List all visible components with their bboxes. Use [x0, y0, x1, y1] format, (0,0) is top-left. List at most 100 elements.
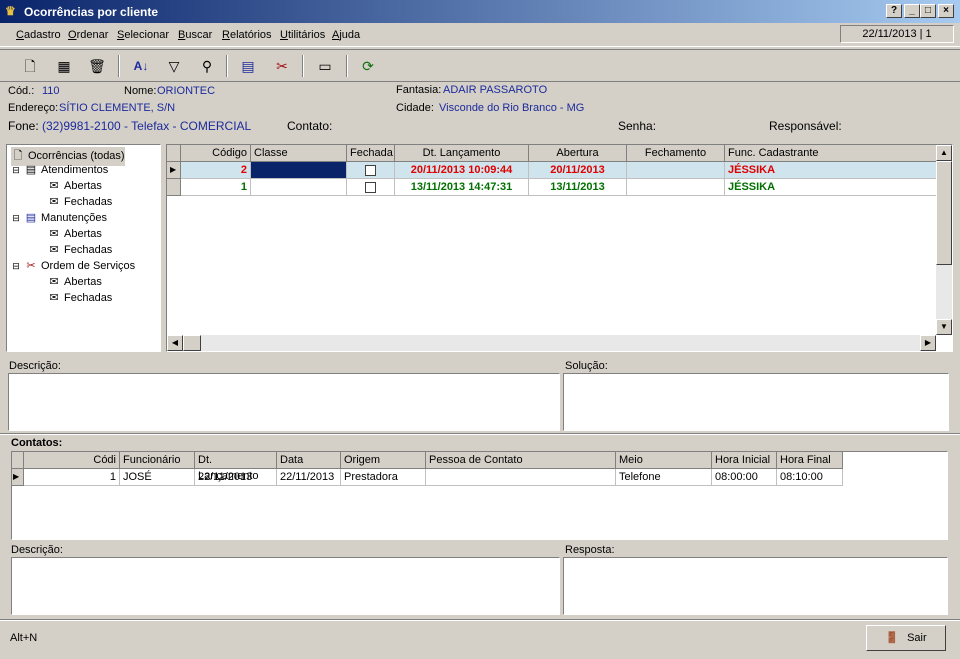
help-button[interactable]: ? — [886, 4, 902, 18]
report-icon: ▤ — [25, 212, 37, 224]
close-button[interactable]: × — [938, 4, 954, 18]
col-origem[interactable]: Origem — [341, 452, 426, 469]
solucao-label: Solução: — [565, 360, 608, 372]
minimize-button[interactable]: _ — [904, 4, 920, 18]
col-meio[interactable]: Meio — [616, 452, 712, 469]
fone-value: (32)9981-2100 - Telefax - COMERCIAL — [42, 119, 252, 133]
menu-buscar[interactable]: Buscar — [178, 29, 212, 41]
senha-label: Senha: — [618, 119, 657, 133]
nome-label: Nome: — [124, 85, 157, 97]
tools-icon[interactable]: ✂ — [270, 55, 294, 77]
tree-manutencoes[interactable]: ⊟ ▤ Manutenções — [11, 211, 107, 224]
sort-az-icon[interactable]: A↓ — [129, 55, 153, 77]
col-fechamento[interactable]: Fechamento — [627, 145, 725, 162]
maximize-button[interactable]: □ — [920, 4, 936, 18]
fechada-checkbox-cell[interactable] — [347, 162, 395, 179]
ocorrencias-grid: Código Classe Fechada Dt. Lançamento Abe… — [166, 144, 953, 352]
exit-door-icon: 🚪 — [885, 632, 900, 644]
tree-ordem[interactable]: ⊟ ✂ Ordem de Serviços — [11, 259, 135, 272]
scroll-right-icon[interactable]: ▶ — [920, 335, 936, 351]
fone-label: Fone: — [8, 119, 39, 133]
tree-atend-fechadas[interactable]: ✉ Fechadas — [47, 195, 112, 208]
col-hora-inicial[interactable]: Hora Inicial — [712, 452, 777, 469]
toolbar: 🗋 ▦ 🗑 A↓ ▽ ⚲ ▤ ✂ ▭ ⟳ — [0, 49, 960, 82]
tree-manut-fechadas[interactable]: ✉ Fechadas — [47, 243, 112, 256]
col-dt-lancamento[interactable]: Dt. Lançamento — [395, 145, 529, 162]
menu-relatorios[interactable]: Relatórios — [222, 29, 272, 41]
cidade-value: Visconde do Rio Branco - MG — [439, 102, 585, 114]
table-row[interactable]: 1 — [181, 179, 251, 196]
descricao-textarea[interactable] — [8, 373, 560, 431]
collapse-icon: ⊟ — [12, 261, 20, 271]
title-bar: ♛ Ocorrências por cliente ? _ □ × — [0, 0, 960, 23]
closed-envelope-icon: ✉ — [49, 196, 59, 208]
open-envelope-icon: ✉ — [49, 180, 59, 192]
col-fechada[interactable]: Fechada — [347, 145, 395, 162]
resposta-textarea[interactable] — [563, 557, 948, 615]
card-icon[interactable]: ▭ — [313, 55, 337, 77]
resposta-label: Resposta: — [565, 544, 615, 556]
window-title: Ocorrências por cliente — [24, 5, 159, 19]
descricao-label: Descrição: — [9, 360, 61, 372]
filter-icon[interactable]: ▽ — [162, 55, 186, 77]
tools-icon: ✂ — [26, 260, 36, 272]
row-indicator-icon: ▶ — [167, 162, 181, 179]
col-data[interactable]: Data — [277, 452, 341, 469]
menu-utilitarios[interactable]: Utilitários — [280, 29, 325, 41]
endereco-label: Endereço: — [8, 102, 59, 114]
col-codi[interactable]: Códi — [24, 452, 120, 469]
endereco-value: SÍTIO CLEMENTE, S/N — [59, 102, 176, 114]
nome-value: ORIONTEC — [157, 85, 216, 97]
scroll-up-icon[interactable]: ▲ — [936, 145, 952, 161]
col-hora-final[interactable]: Hora Final — [777, 452, 843, 469]
ocorrencias-tree: 🗋 Ocorrências (todas) ⊟ ▤ Atendimentos ✉ Abe… — [6, 144, 161, 352]
table-row[interactable]: 2 — [181, 162, 251, 179]
col-pessoa-contato[interactable]: Pessoa de Contato — [426, 452, 616, 469]
report-icon[interactable]: ▤ — [236, 55, 260, 77]
tree-ordem-fechadas[interactable]: ✉ Fechadas — [47, 291, 112, 304]
scroll-left-icon[interactable]: ◀ — [167, 335, 183, 351]
binoculars-icon[interactable]: ⚲ — [195, 55, 219, 77]
col-codigo[interactable]: Código — [181, 145, 251, 162]
col-abertura[interactable]: Abertura — [529, 145, 627, 162]
cidade-label: Cidade: — [396, 102, 434, 114]
solucao-textarea[interactable] — [563, 373, 949, 431]
fechada-checkbox[interactable] — [365, 164, 376, 176]
tree-ordem-abertas[interactable]: ✉ Abertas — [47, 275, 102, 288]
col-dt-lanc[interactable]: Dt. Lançamento — [195, 452, 277, 482]
collapse-icon: ⊟ — [12, 165, 20, 175]
new-document-icon[interactable]: 🗋 — [18, 55, 42, 77]
col-funcionario[interactable]: Funcionário — [120, 452, 195, 469]
tree-atend-abertas[interactable]: ✉ Abertas — [47, 179, 102, 192]
sair-button[interactable]: 🚪 Sair — [866, 625, 946, 651]
trash-icon[interactable]: 🗑 — [85, 55, 109, 77]
menu-ajuda[interactable]: Ajuda — [332, 29, 360, 41]
app-icon: ♛ — [5, 4, 16, 18]
col-func-cadastrante[interactable]: Func. Cadastrante — [725, 145, 937, 162]
refresh-icon[interactable]: ⟳ — [356, 55, 380, 77]
status-date: 22/11/2013 | 1 — [840, 25, 954, 43]
scroll-thumb[interactable] — [936, 161, 952, 265]
menu-selecionar[interactable]: Selecionar — [117, 29, 169, 41]
fantasia-label: Fantasia: — [396, 84, 442, 96]
table-row[interactable]: 1 — [24, 469, 120, 486]
menu-cadastro[interactable]: Cadastro — [16, 29, 61, 41]
shortcut-hint: Alt+N — [10, 632, 38, 644]
scroll-down-icon[interactable]: ▼ — [936, 319, 952, 335]
hscroll-thumb[interactable] — [183, 335, 201, 351]
col-classe[interactable]: Classe — [251, 145, 347, 162]
contato-label: Contato: — [287, 119, 333, 133]
horizontal-scrollbar[interactable] — [167, 335, 936, 351]
tree-atendimentos[interactable]: ⊟ ▤ Atendimentos — [11, 163, 108, 176]
fechada-checkbox[interactable] — [365, 181, 376, 193]
classe-cell[interactable] — [251, 162, 347, 179]
descricao2-label: Descrição: — [11, 544, 63, 556]
menu-bar: Cadastro Ordenar Selecionar Buscar Relat… — [0, 23, 960, 47]
edit-document-icon[interactable]: ▦ — [52, 55, 76, 77]
tree-manut-abertas[interactable]: ✉ Abertas — [47, 227, 102, 240]
descricao2-textarea[interactable] — [11, 557, 560, 615]
open-envelope-icon: ✉ — [49, 276, 59, 288]
menu-ordenar[interactable]: Ordenar — [68, 29, 108, 41]
list-icon: ▤ — [25, 164, 37, 176]
contatos-title: Contatos: — [11, 437, 63, 449]
